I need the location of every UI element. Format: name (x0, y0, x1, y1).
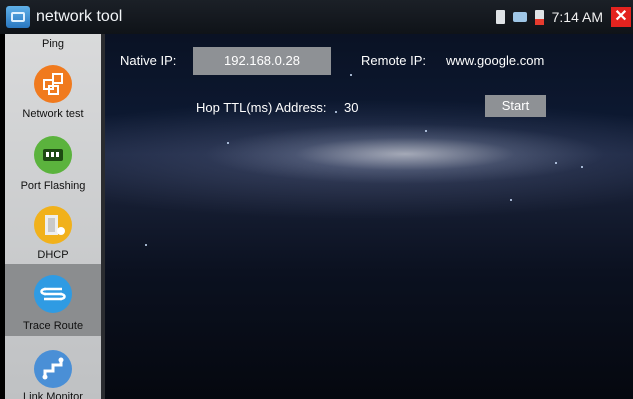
sidebar-item-label: Trace Route (22, 320, 84, 332)
app-title: network tool (36, 8, 123, 25)
close-button[interactable]: ✕ (611, 7, 631, 27)
sidebar-item-port-flashing[interactable]: Port Flashing (5, 126, 101, 198)
sd-card-icon (495, 10, 505, 24)
sidebar-item-label: Link Monitor (23, 391, 83, 399)
hop-ttl-label: Hop TTL(ms) Address: (196, 100, 327, 115)
sidebar-item-ping[interactable]: Ping (5, 34, 101, 58)
sidebar: Ping Network test Port Flashing DHCP Tra (5, 34, 101, 399)
sidebar-item-trace-route[interactable]: Trace Route (5, 264, 101, 336)
status-bar: 7:14 AM ✕ (495, 0, 633, 34)
sidebar-item-dhcp[interactable]: DHCP (5, 198, 101, 264)
sidebar-item-label: Port Flashing (20, 180, 86, 192)
port-flashing-icon (34, 136, 72, 174)
star (335, 111, 337, 113)
star (350, 74, 352, 76)
main-panel: Native IP: 192.168.0.28 Remote IP: www.g… (105, 34, 633, 399)
remote-ip-value[interactable]: www.google.com (446, 53, 544, 68)
star (227, 142, 229, 144)
link-monitor-icon (34, 350, 72, 388)
star (510, 199, 512, 201)
battery-icon (534, 9, 544, 25)
network-test-icon (34, 65, 72, 103)
native-ip-field[interactable]: 192.168.0.28 (193, 47, 331, 75)
network-icon (512, 12, 527, 22)
sidebar-item-label: Network test (22, 108, 84, 120)
app-window: network tool 7:14 AM ✕ Ping Network test (0, 0, 633, 399)
network-tool-app-icon (6, 6, 30, 28)
close-icon: ✕ (614, 8, 628, 25)
sidebar-item-label: Ping (41, 38, 65, 50)
trace-route-icon (34, 275, 72, 313)
star (581, 166, 583, 168)
remote-ip-label: Remote IP: (361, 53, 427, 68)
native-ip-label: Native IP: (120, 53, 177, 68)
sidebar-item-label: DHCP (37, 249, 69, 261)
dhcp-icon (34, 206, 72, 244)
clock: 7:14 AM (551, 9, 603, 25)
sidebar-item-link-monitor[interactable]: Link Monitor (5, 336, 101, 399)
hop-ttl-value[interactable]: 30 (344, 100, 358, 115)
start-button[interactable]: Start (485, 95, 546, 117)
star (145, 244, 147, 246)
star (555, 162, 557, 164)
sidebar-item-network-test[interactable]: Network test (5, 58, 101, 126)
title-bar: network tool 7:14 AM ✕ (0, 0, 633, 34)
star (425, 130, 427, 132)
